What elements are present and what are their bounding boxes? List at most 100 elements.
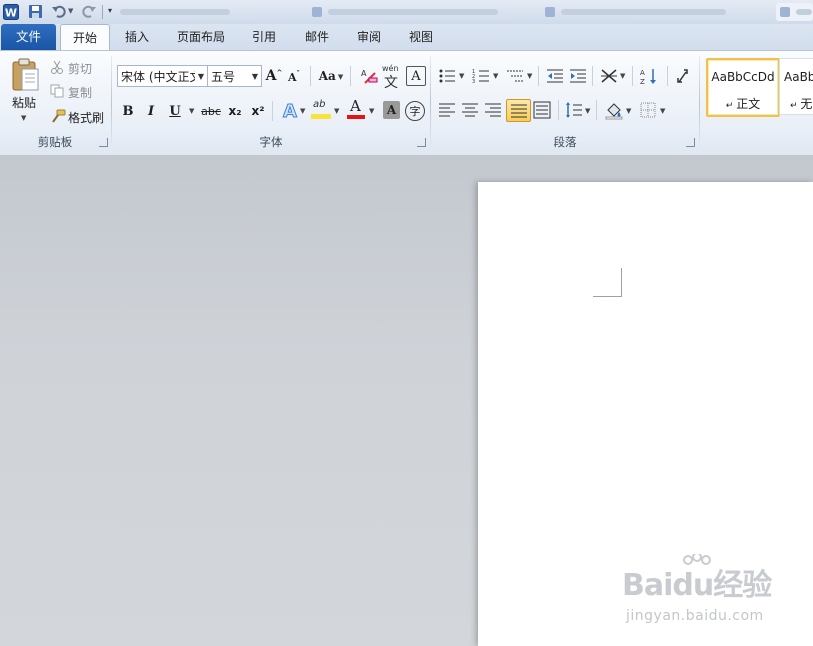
align-left-icon[interactable]	[438, 102, 456, 118]
svg-text:A: A	[361, 69, 367, 78]
chinese-layout-icon[interactable]	[600, 67, 618, 85]
cut-icon[interactable]	[50, 60, 64, 74]
redo-icon[interactable]	[81, 3, 98, 20]
shrink-font-button[interactable]: Aˇ	[286, 68, 302, 86]
underline-button[interactable]: U	[166, 101, 184, 121]
tab-page-layout[interactable]: 页面布局	[168, 24, 234, 50]
phonetic-char: 文	[384, 75, 398, 91]
svg-text:Z: Z	[640, 78, 645, 85]
watermark-url: jingyan.baidu.com	[626, 608, 764, 624]
svg-text:A: A	[640, 69, 645, 77]
blurred-window-tab	[776, 3, 813, 21]
underline-dropdown-icon[interactable]: ▼	[189, 107, 194, 115]
format-painter-button[interactable]: 格式刷	[68, 109, 104, 126]
undo-icon[interactable]	[50, 3, 67, 20]
align-right-icon[interactable]	[484, 102, 502, 118]
numbering-icon[interactable]: 123	[472, 68, 490, 85]
numbering-dropdown-icon[interactable]: ▼	[493, 72, 498, 80]
increase-indent-icon[interactable]	[569, 68, 587, 84]
tab-references[interactable]: 引用	[244, 24, 284, 50]
align-center-icon[interactable]	[461, 102, 479, 118]
group-divider	[699, 56, 700, 152]
text-effects-button[interactable]: A	[279, 99, 301, 123]
highlight-button[interactable]: ab	[311, 99, 333, 121]
line-spacing-icon[interactable]	[565, 101, 583, 119]
divider	[632, 66, 633, 86]
undo-dropdown-icon[interactable]: ▼	[68, 7, 73, 15]
font-name-combo[interactable]: 宋体 (中文正文 ▼	[117, 65, 208, 87]
save-icon[interactable]	[27, 3, 44, 20]
baidu-watermark: Baidu经验 jingyan.baidu.com	[622, 552, 812, 630]
bullets-dropdown-icon[interactable]: ▼	[459, 72, 464, 80]
enclose-characters-button[interactable]: 字	[405, 101, 425, 121]
paste-button[interactable]: 粘贴	[12, 94, 36, 111]
title-bar: W ▼ ▾	[0, 0, 813, 24]
distributed-align-icon[interactable]	[533, 101, 551, 119]
sort-icon[interactable]: AZ	[640, 67, 658, 86]
font-size-combo[interactable]: 五号 ▼	[207, 65, 262, 87]
style-no-spacing-tile[interactable]: AaBb ↵ 无	[779, 58, 813, 115]
paste-icon[interactable]	[6, 56, 44, 94]
paragraph-group-label: 段落	[553, 135, 577, 149]
chevron-down-icon[interactable]: ▼	[249, 72, 261, 81]
superscript-button[interactable]: x²	[249, 101, 267, 121]
svg-text:A: A	[283, 101, 297, 122]
tab-view[interactable]: 视图	[400, 24, 442, 50]
clear-formatting-icon[interactable]: A	[360, 66, 378, 86]
shading-dropdown-icon[interactable]: ▼	[626, 107, 631, 115]
paragraph-dialog-launcher-icon[interactable]	[686, 138, 695, 147]
cut-button[interactable]: 剪切	[68, 60, 92, 77]
tab-mailings[interactable]: 邮件	[296, 24, 338, 50]
qat-divider	[102, 5, 103, 19]
copy-icon[interactable]	[50, 84, 64, 98]
phonetic-guide-button[interactable]: wén 文	[382, 64, 402, 91]
tab-file[interactable]: 文件	[1, 24, 56, 50]
strikethrough-button[interactable]: abc	[200, 101, 222, 121]
paw-icon	[680, 552, 714, 578]
clipboard-dialog-launcher-icon[interactable]	[99, 138, 108, 147]
change-case-label: Aa	[318, 69, 336, 83]
clipboard-group-label: 剪贴板	[37, 135, 73, 149]
text-effects-dropdown-icon[interactable]: ▼	[300, 107, 305, 115]
blurred-window-tab	[545, 5, 735, 19]
tab-review[interactable]: 审阅	[348, 24, 390, 50]
tab-insert[interactable]: 插入	[116, 24, 158, 50]
multilevel-list-icon[interactable]	[506, 68, 524, 84]
grow-font-button[interactable]: A ^	[265, 66, 283, 86]
tab-home[interactable]: 开始	[60, 24, 110, 51]
font-color-dropdown-icon[interactable]: ▼	[369, 107, 374, 115]
borders-dropdown-icon[interactable]: ▼	[660, 107, 665, 115]
italic-button[interactable]: I	[143, 101, 159, 121]
subscript-button[interactable]: x₂	[226, 101, 244, 121]
font-color-button[interactable]: A	[346, 97, 368, 121]
bold-button[interactable]: B	[120, 101, 136, 121]
show-hide-marks-icon[interactable]	[676, 68, 690, 84]
change-case-button[interactable]: Aa ▼	[318, 66, 344, 86]
format-painter-icon[interactable]	[50, 109, 66, 123]
font-name-value: 宋体 (中文正文	[121, 69, 195, 84]
style-no-spacing-label: ↵ 无	[790, 97, 813, 111]
character-border-button[interactable]: A	[406, 66, 426, 86]
shading-icon[interactable]	[604, 100, 624, 120]
copy-button[interactable]: 复制	[68, 84, 92, 101]
font-dialog-launcher-icon[interactable]	[417, 138, 426, 147]
style-normal-tile[interactable]: AaBbCcDd ↵ 正文	[706, 58, 780, 117]
decrease-indent-icon[interactable]	[546, 68, 564, 84]
line-spacing-dropdown-icon[interactable]: ▼	[585, 107, 590, 115]
multilevel-list-dropdown-icon[interactable]: ▼	[527, 72, 532, 80]
character-shading-button[interactable]: A	[383, 101, 400, 119]
word-icon[interactable]: W	[2, 3, 19, 20]
bullets-icon[interactable]	[438, 68, 456, 84]
paste-dropdown-icon[interactable]: ▼	[21, 114, 26, 122]
style-no-spacing-name: 无	[800, 97, 813, 111]
borders-icon[interactable]	[640, 102, 656, 118]
customize-qat-icon[interactable]: ▾	[108, 6, 112, 15]
divider	[310, 66, 311, 86]
chevron-down-icon[interactable]: ▼	[195, 72, 207, 81]
chinese-layout-dropdown-icon[interactable]: ▼	[620, 72, 625, 80]
font-group-label: 字体	[259, 135, 283, 149]
highlight-dropdown-icon[interactable]: ▼	[334, 107, 339, 115]
divider	[350, 66, 351, 86]
justify-button[interactable]	[506, 99, 531, 122]
font-color-swatch	[347, 115, 365, 119]
